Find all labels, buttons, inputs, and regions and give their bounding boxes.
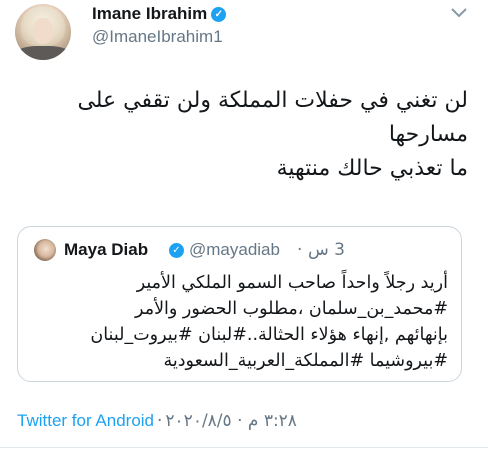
quoted-author-handle: @mayadiab [189, 240, 280, 259]
author-name-row[interactable]: Imane Ibrahim ✓ [92, 4, 227, 24]
author-handle[interactable]: @ImaneIbrahim1 [92, 27, 223, 47]
quoted-text-line: أريد رجلاً واحداً صاحب السمو الملكي الأم… [136, 273, 448, 293]
quoted-time: 3 س [308, 240, 345, 260]
avatar-shoulders [15, 46, 71, 60]
avatar-face [33, 18, 53, 44]
quoted-text-line: #بيروشيما #المملكة_العربية_السعودية [163, 351, 448, 371]
verified-badge-icon: ✓ [211, 7, 227, 22]
quoted-text-line: #محمد_بن_سلمان ،مطلوب الحضور والأمر [135, 299, 448, 319]
tweet-text-line: مسارحها [388, 122, 468, 147]
tweet-datetime[interactable]: ٣:٢٨ م · ٢٠٢٠/٨/٥ [165, 411, 297, 431]
footer-separator: · [157, 411, 163, 431]
quoted-author-name: Maya Diab [64, 240, 149, 259]
author-name[interactable]: Imane Ibrahim [92, 4, 207, 23]
verified-badge-icon: ✓ [169, 243, 184, 258]
quoted-tweet[interactable]: Maya Diab ✓ @mayadiab · 3 س أريد رجلاً و… [17, 226, 462, 382]
author-avatar[interactable] [15, 4, 71, 60]
quoted-separator: · [297, 240, 303, 260]
quoted-text-line: بإنهائهم ,إنهاء هؤلاء الحثالة..#لبنان #ب… [90, 325, 448, 345]
quoted-author-avatar [34, 239, 56, 261]
tweet-footer: Twitter for Android · ٣:٢٨ م · ٢٠٢٠/٨/٥ [17, 411, 297, 431]
tweet-text-line: لن تغني في حفلات المملكة ولن تقفي على [77, 88, 468, 113]
divider [0, 447, 488, 448]
source-link[interactable]: Twitter for Android [17, 411, 154, 430]
chevron-down-icon[interactable] [450, 6, 468, 20]
tweet-text-line: ما تعذبي حالك منتهية [276, 156, 468, 181]
